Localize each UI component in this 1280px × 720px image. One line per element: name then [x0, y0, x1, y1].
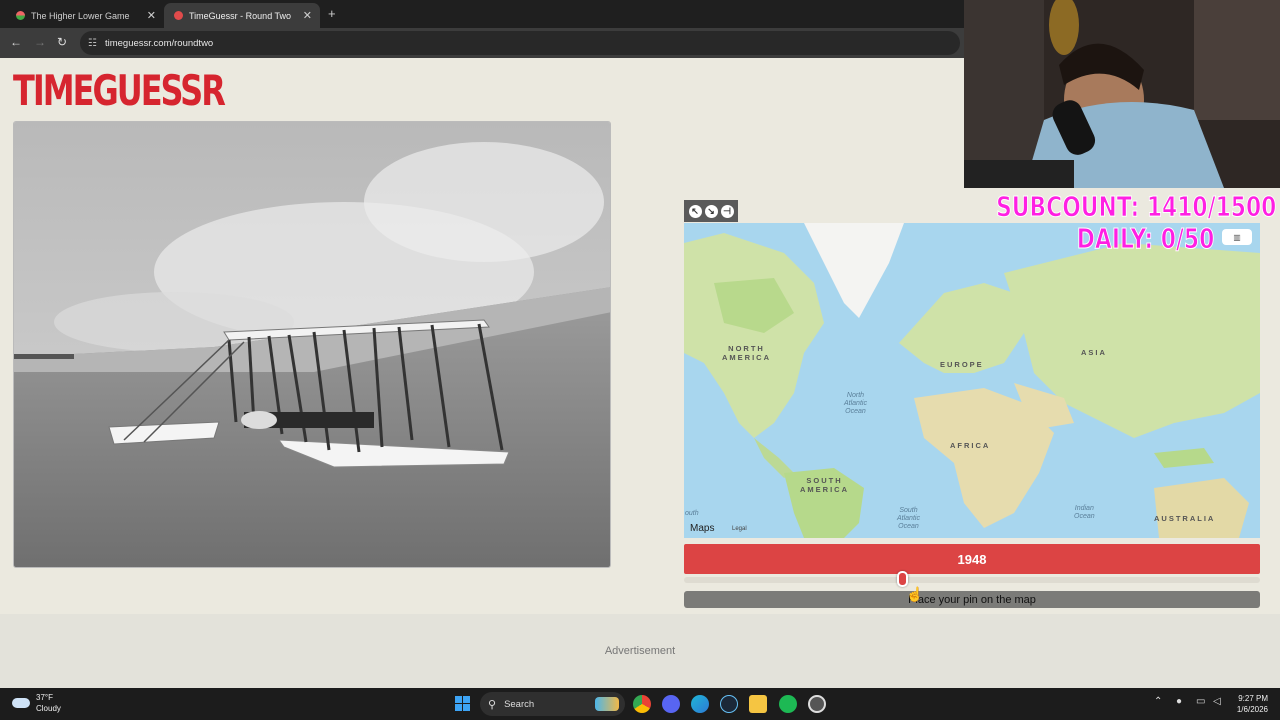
australia-label: AUSTRALIA — [1154, 514, 1216, 523]
volume-icon[interactable]: ◁ — [1213, 696, 1221, 707]
search-highlight-icon — [595, 697, 619, 711]
webcam-image — [964, 0, 1280, 188]
north-atlantic-label: North Atlantic Ocean — [844, 392, 867, 415]
windows-taskbar: 37°F Cloudy ⚲ Search ⌃ ● ▭ ◁ 9:27 PM 1/6… — [0, 688, 1280, 720]
map-size-controls: ↖ ↘ ⊣ — [684, 200, 738, 222]
spotify-icon[interactable] — [779, 695, 797, 713]
timeguessr-favicon-icon — [174, 11, 183, 20]
apple-maps-brand: Maps — [690, 523, 714, 534]
weather-temp: 37°F — [36, 693, 53, 702]
europe-label: EUROPE — [940, 360, 984, 369]
daily-overlay: DAILY: 0/50 — [1076, 222, 1214, 256]
reload-icon[interactable]: ↻ — [57, 35, 67, 49]
shrink-map-icon[interactable]: ↘ — [704, 204, 718, 218]
round-photo — [13, 121, 611, 568]
close-tab-icon[interactable]: ✕ — [147, 9, 156, 22]
weather-text: 37°F Cloudy — [36, 692, 61, 714]
glider-photo-image — [14, 122, 610, 567]
taskbar-search[interactable]: ⚲ Search — [480, 692, 625, 716]
asia-label: ASIA — [1081, 348, 1107, 357]
map-icon: ▥ — [1233, 232, 1241, 242]
year-slider-track[interactable] — [684, 577, 1260, 583]
obs-icon[interactable] — [808, 695, 826, 713]
windows-start-icon[interactable] — [455, 696, 470, 711]
url-text: timeguessr.com/roundtwo — [104, 37, 214, 49]
site-info-icon[interactable]: ☷ — [88, 38, 97, 49]
address-bar[interactable]: ☷ timeguessr.com/roundtwo — [80, 31, 960, 55]
tray-overflow-icon[interactable]: ⌃ — [1154, 696, 1162, 707]
network-icon[interactable]: ▭ — [1196, 696, 1205, 707]
close-tab-icon[interactable]: ✕ — [303, 9, 312, 22]
map-type-button[interactable]: ▥ — [1222, 229, 1252, 245]
discord-icon[interactable] — [662, 695, 680, 713]
tab-title: TimeGuessr - Round Two — [189, 10, 292, 21]
maps-brand-text: Maps — [690, 523, 715, 534]
search-icon: ⚲ — [488, 698, 497, 711]
subcount-overlay: SUBCOUNT: 1410/1500 — [995, 190, 1276, 224]
advertisement-area: Advertisement — [0, 614, 1280, 688]
weather-desc: Cloudy — [36, 704, 61, 713]
south-america-label: SOUTH AMERICA — [800, 476, 849, 494]
chrome-icon[interactable] — [633, 695, 651, 713]
plus-icon[interactable]: + — [328, 6, 336, 21]
expand-map-icon[interactable]: ↖ — [688, 204, 702, 218]
advertisement-label: Advertisement — [604, 645, 676, 657]
pin-map-icon[interactable]: ⊣ — [720, 204, 734, 218]
microphone-icon[interactable]: ● — [1176, 696, 1182, 707]
place-pin-button[interactable]: Place your pin on the map — [684, 591, 1260, 608]
tab-higher-lower[interactable]: The Higher Lower Game ✕ — [6, 3, 164, 28]
file-explorer-icon[interactable] — [749, 695, 767, 713]
world-map-shapes — [684, 223, 1260, 538]
world-map[interactable]: NORTH AMERICA EUROPE ASIA AFRICA SOUTH A… — [684, 223, 1260, 538]
clock-date: 1/6/2026 — [1236, 705, 1268, 714]
weather-widget[interactable]: 37°F Cloudy — [12, 692, 61, 714]
indian-ocean-label: Indian Ocean — [1074, 505, 1095, 520]
edge-icon[interactable] — [691, 695, 709, 713]
tab-title: The Higher Lower Game — [31, 10, 130, 21]
site-logo[interactable]: TIMEGUESSR — [13, 66, 226, 115]
higher-lower-favicon-icon — [16, 11, 25, 20]
legal-link[interactable]: Legal — [732, 526, 747, 532]
steam-icon[interactable] — [720, 695, 738, 713]
year-slider-thumb[interactable] — [897, 571, 909, 587]
streamer-webcam — [964, 0, 1280, 188]
south-pacific-partial-label: outh — [685, 510, 699, 517]
south-atlantic-label: South Atlantic Ocean — [897, 507, 920, 530]
tab-timeguessr[interactable]: TimeGuessr - Round Two ✕ — [164, 3, 320, 28]
year-display: 1948 — [684, 544, 1260, 574]
mouse-cursor-icon: ☝ — [906, 586, 924, 602]
north-america-label: NORTH AMERICA — [722, 344, 771, 362]
back-arrow-icon[interactable]: ← — [10, 35, 22, 49]
clock-time: 9:27 PM — [1238, 694, 1268, 703]
search-label: Search — [504, 698, 535, 710]
forward-arrow-icon[interactable]: → — [34, 35, 46, 49]
taskbar-clock[interactable]: 9:27 PM 1/6/2026 — [1237, 693, 1268, 715]
africa-label: AFRICA — [950, 441, 991, 450]
cloud-icon — [12, 698, 30, 708]
